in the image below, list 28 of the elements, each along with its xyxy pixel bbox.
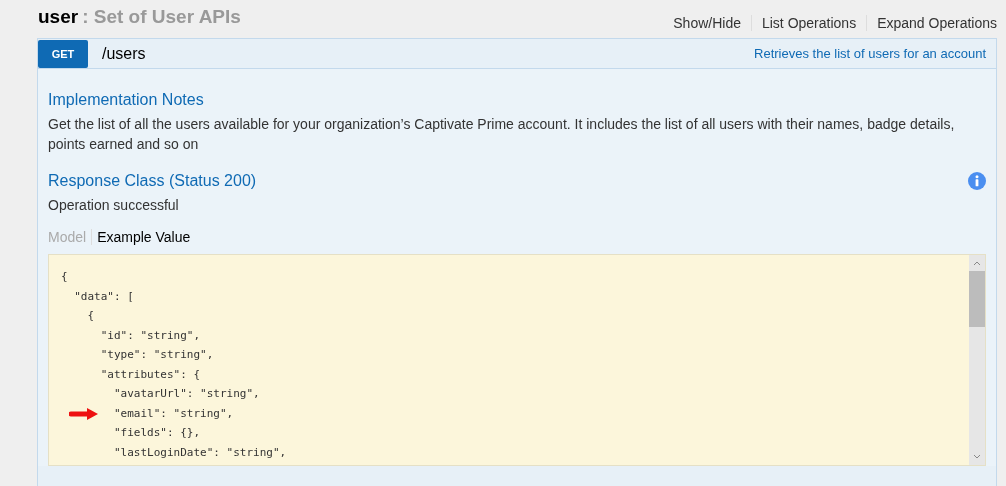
code-line: { — [61, 270, 68, 283]
header-link[interactable]: List Operations — [750, 15, 867, 31]
tab[interactable]: Example Value — [91, 229, 196, 245]
header-link[interactable]: Show/Hide — [663, 15, 751, 31]
info-icon[interactable] — [968, 172, 986, 190]
section-heading: Response Class (Status 200) — [48, 172, 257, 190]
code-line: "attributes": { — [99, 367, 201, 381]
scroll-down-icon[interactable] — [973, 454, 981, 460]
resource-description: : Set of User APIs — [82, 6, 241, 28]
response-text: Operation successful — [48, 196, 180, 215]
code-line: "avatarUrl": "string", — [112, 387, 260, 400]
code-line: "lastLoginDate": "string", — [112, 445, 287, 459]
scrollbar[interactable] — [969, 255, 985, 465]
code-line: { — [86, 309, 95, 322]
code-line: "email": "string", — [112, 406, 234, 420]
header-link[interactable]: Expand Operations — [866, 15, 997, 31]
scroll-up-icon[interactable] — [973, 260, 981, 266]
code-line: "fields": {}, — [112, 426, 201, 439]
operation-path[interactable]: /users — [102, 44, 755, 63]
section-heading: Implementation Notes — [48, 91, 205, 109]
code-line: "type": "string", — [99, 348, 214, 361]
code-line: "id": "string", — [99, 328, 201, 342]
notes-text: Get the list of all the users available for your organization’s Captivate Prime account. It includes the list of all users with their names, badge details, points earned and so on — [48, 115, 956, 154]
scrollbar-thumb[interactable] — [969, 271, 985, 327]
code-line: "data": [ — [73, 289, 134, 303]
operation-summary[interactable]: Retrieves the list of users for an account — [754, 46, 986, 61]
method-badge: GET — [38, 39, 88, 68]
resource-name[interactable]: user — [38, 6, 79, 28]
